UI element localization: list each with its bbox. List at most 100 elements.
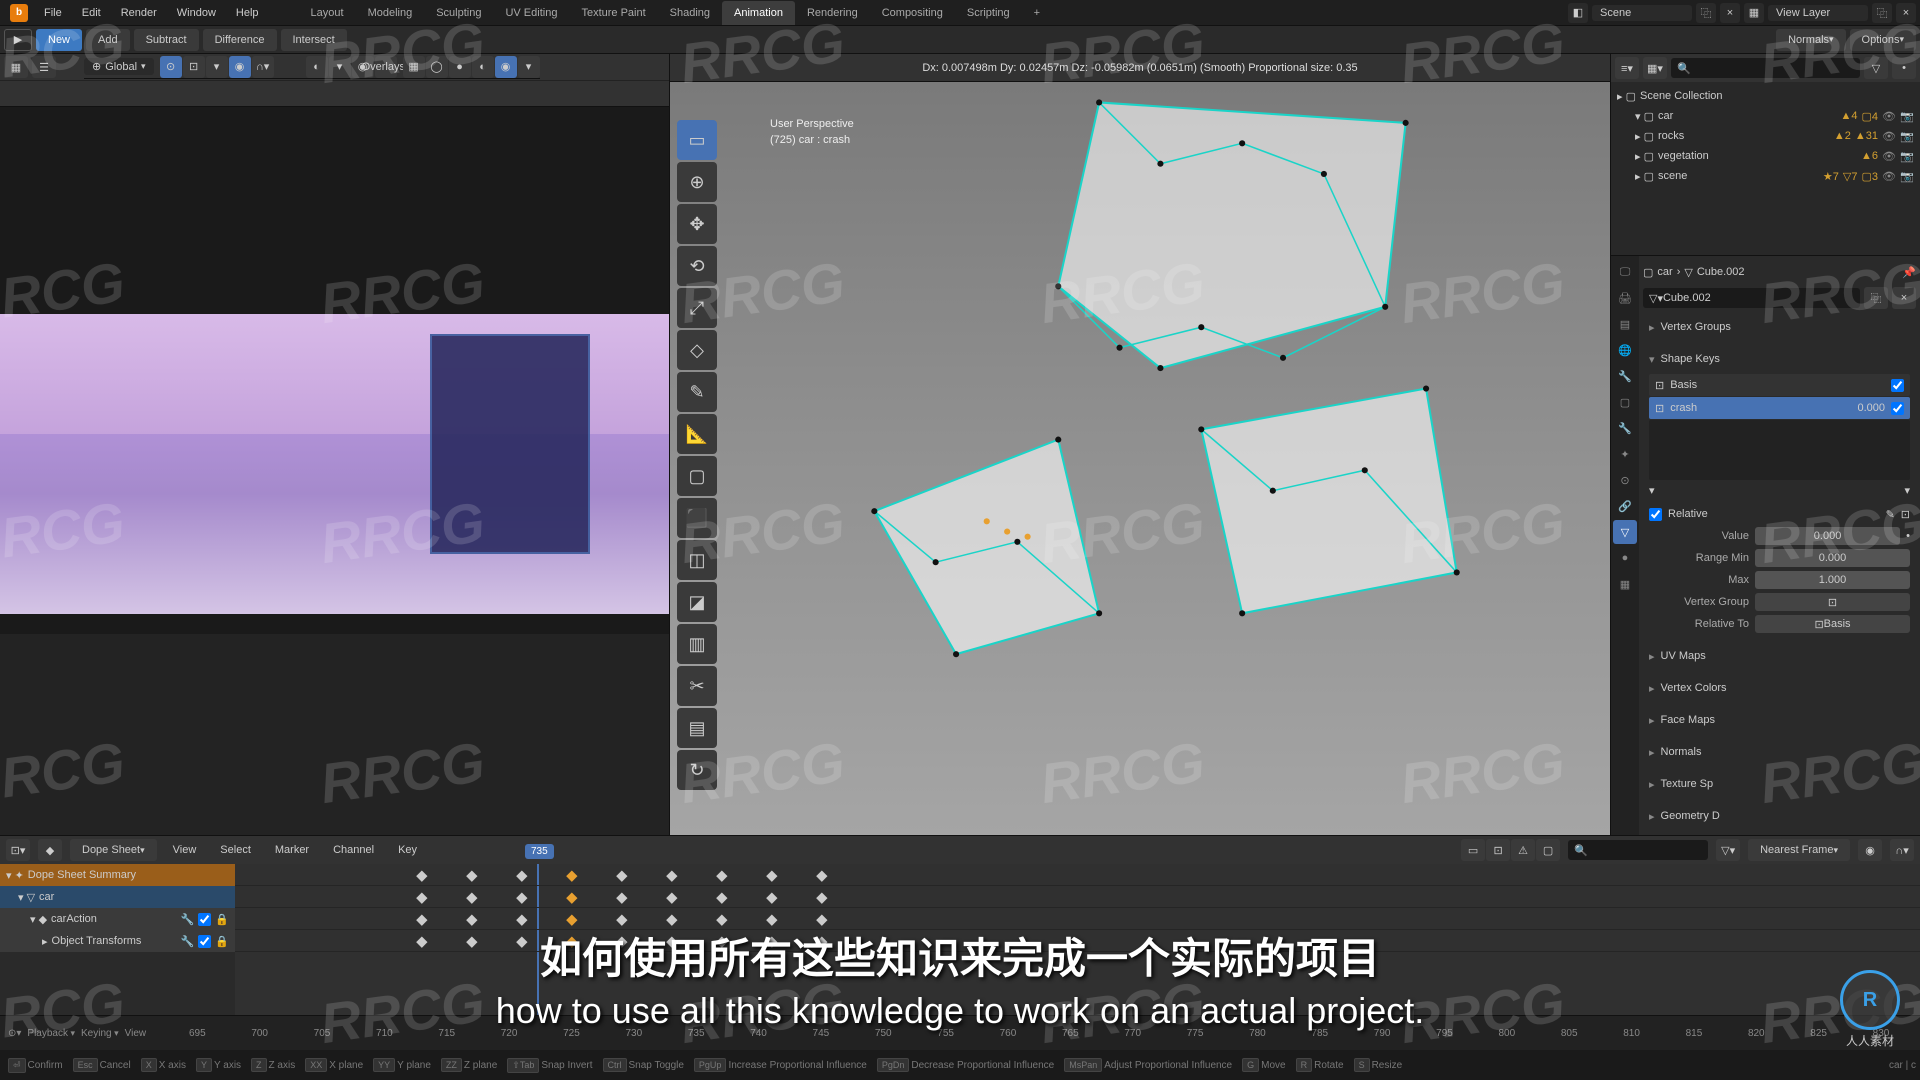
keyframe[interactable]: [516, 914, 527, 925]
render-icon[interactable]: 📷: [1900, 109, 1914, 123]
keyframe[interactable]: [616, 936, 627, 947]
viewlayer-delete-button[interactable]: ×: [1896, 3, 1916, 23]
tab-texture-paint[interactable]: Texture Paint: [569, 1, 657, 25]
shading-dropdown-icon[interactable]: ▾: [518, 56, 540, 78]
tab-rendering[interactable]: Rendering: [795, 1, 870, 25]
boolean-difference-button[interactable]: Difference: [203, 29, 277, 51]
shapekey-mute-checkbox[interactable]: [1891, 402, 1904, 415]
dopesheet-channel-menu[interactable]: Channel: [325, 844, 382, 856]
pivot-icon[interactable]: ⊙: [160, 56, 182, 78]
keyframe[interactable]: [816, 936, 827, 947]
timeline-view-menu[interactable]: View: [125, 1028, 147, 1039]
dopesheet-view-menu[interactable]: View: [165, 844, 205, 856]
ds-warn-icon[interactable]: ⚠: [1511, 839, 1535, 861]
knife-tool-icon[interactable]: ✂: [677, 666, 717, 706]
inset-tool-icon[interactable]: ◫: [677, 540, 717, 580]
keyframe[interactable]: [616, 870, 627, 881]
boolean-add-button[interactable]: Add: [86, 29, 130, 51]
relative-to-input[interactable]: ⊡ Basis: [1755, 615, 1910, 633]
prop-tab-material-icon[interactable]: ●: [1613, 546, 1637, 570]
boolean-new-button[interactable]: New: [36, 29, 82, 51]
keying-dropdown[interactable]: Keying: [81, 1028, 119, 1039]
prop-tab-constraint-icon[interactable]: 🔗: [1613, 494, 1637, 518]
shading-matcap-icon[interactable]: ◐: [472, 56, 494, 78]
keyframe[interactable]: [666, 870, 677, 881]
keyframe[interactable]: [816, 892, 827, 903]
keyframe[interactable]: [566, 914, 577, 925]
animation-icon[interactable]: ⊡: [1901, 508, 1910, 521]
move-tool-icon[interactable]: ✥: [677, 204, 717, 244]
dopesheet-editor-dropdown[interactable]: Dope Sheet: [70, 839, 157, 861]
editor-type-icon[interactable]: ▦: [4, 56, 28, 78]
tab-sculpting[interactable]: Sculpting: [424, 1, 493, 25]
menu-help[interactable]: Help: [226, 0, 269, 25]
prop-tab-viewlayer-icon[interactable]: ▤: [1613, 312, 1637, 336]
add-workspace-button[interactable]: +: [1022, 1, 1052, 25]
orientation-dropdown[interactable]: ⊕ Global: [84, 58, 154, 75]
loopcut-tool-icon[interactable]: ▥: [677, 624, 717, 664]
wrench-icon[interactable]: 🔧: [181, 935, 195, 948]
keyframe[interactable]: [716, 892, 727, 903]
range-max-input[interactable]: 1.000: [1755, 571, 1910, 589]
proportional-icon[interactable]: ◉: [229, 56, 251, 78]
tab-compositing[interactable]: Compositing: [870, 1, 955, 25]
tab-layout[interactable]: Layout: [299, 1, 356, 25]
extrude-tool-icon[interactable]: ⬛: [677, 498, 717, 538]
edit-mode-icon[interactable]: ✎: [1886, 508, 1895, 521]
3d-viewport[interactable]: Dx: 0.007498m Dy: 0.02457m Dz: -0.05982m…: [670, 54, 1610, 835]
keyframe-track[interactable]: [235, 930, 1920, 952]
keyframe[interactable]: [516, 870, 527, 881]
tab-modeling[interactable]: Modeling: [356, 1, 425, 25]
shading-solid-icon[interactable]: ●: [449, 56, 471, 78]
prop-tab-data-icon[interactable]: ▽: [1613, 520, 1637, 544]
wrench-icon[interactable]: 🔧: [181, 913, 195, 926]
keyframe[interactable]: [566, 936, 577, 947]
play-tool-icon[interactable]: ▶: [4, 29, 32, 51]
outliner-item-vegetation[interactable]: ▸ ▢ vegetation ▲6 👁📷: [1617, 146, 1914, 166]
normals-dropdown[interactable]: Normals: [1776, 29, 1845, 51]
prop-tab-render-icon[interactable]: 🖵: [1613, 260, 1637, 284]
lock-icon[interactable]: 🔒: [215, 935, 229, 948]
shapekey-mute-checkbox[interactable]: [1891, 379, 1904, 392]
prop-tab-modifier-icon[interactable]: 🔧: [1613, 416, 1637, 440]
spin-tool-icon[interactable]: ↻: [677, 750, 717, 790]
unlink-data-button[interactable]: ⿻: [1864, 287, 1888, 309]
polybuild-tool-icon[interactable]: ▤: [677, 708, 717, 748]
ds-caraction-row[interactable]: ▾ ◆carAction🔧🔒: [0, 908, 235, 930]
keyframe[interactable]: [666, 914, 677, 925]
chevron-down-icon[interactable]: ▾: [1904, 484, 1910, 497]
ds-select-icon[interactable]: ▭: [1461, 839, 1485, 861]
geometry-data-section[interactable]: ▸Geometry D: [1649, 805, 1910, 827]
overlays-dropdown[interactable]: Overlays: [375, 56, 397, 78]
dopesheet-type-icon[interactable]: ⊡▾: [6, 839, 30, 861]
lock-icon[interactable]: 🔒: [215, 913, 229, 926]
keyframe-track[interactable]: [235, 886, 1920, 908]
keyframe[interactable]: [466, 936, 477, 947]
keyframe[interactable]: [766, 914, 777, 925]
prop-tab-world-icon[interactable]: 🔧: [1613, 364, 1637, 388]
keyframe[interactable]: [766, 936, 777, 947]
outliner-display-icon[interactable]: ▦▾: [1643, 57, 1667, 79]
playback-dropdown[interactable]: Playback: [27, 1028, 75, 1039]
range-min-input[interactable]: 0.000: [1755, 549, 1910, 567]
timeline-type-icon[interactable]: ⊙▾: [8, 1028, 21, 1039]
select-tool-icon[interactable]: ▭: [677, 120, 717, 160]
texture-space-section[interactable]: ▸Texture Sp: [1649, 773, 1910, 795]
measure-tool-icon[interactable]: 📐: [677, 414, 717, 454]
dopesheet-key-menu[interactable]: Key: [390, 844, 425, 856]
keyframe[interactable]: [716, 936, 727, 947]
menu-edit[interactable]: Edit: [72, 0, 111, 25]
vertex-colors-section[interactable]: ▸Vertex Colors: [1649, 677, 1910, 699]
bevel-tool-icon[interactable]: ◪: [677, 582, 717, 622]
prop-tab-texture-icon[interactable]: ▦: [1613, 572, 1637, 596]
shapekey-crash[interactable]: ⊡ crash 0.000: [1649, 397, 1910, 419]
tab-scripting[interactable]: Scripting: [955, 1, 1022, 25]
timeline[interactable]: ⊙▾ Playback Keying View 6957007057107157…: [0, 1015, 1920, 1050]
gizmo-dropdown-icon[interactable]: ▾: [329, 56, 351, 78]
scene-selector[interactable]: Scene: [1592, 5, 1692, 21]
viewlayer-copy-button[interactable]: ⿻: [1872, 3, 1892, 23]
dopesheet-select-menu[interactable]: Select: [212, 844, 259, 856]
menu-file[interactable]: File: [34, 0, 72, 25]
prop-tab-output-icon[interactable]: 🖨: [1613, 286, 1637, 310]
ds-marker-icon[interactable]: ▢: [1536, 839, 1560, 861]
